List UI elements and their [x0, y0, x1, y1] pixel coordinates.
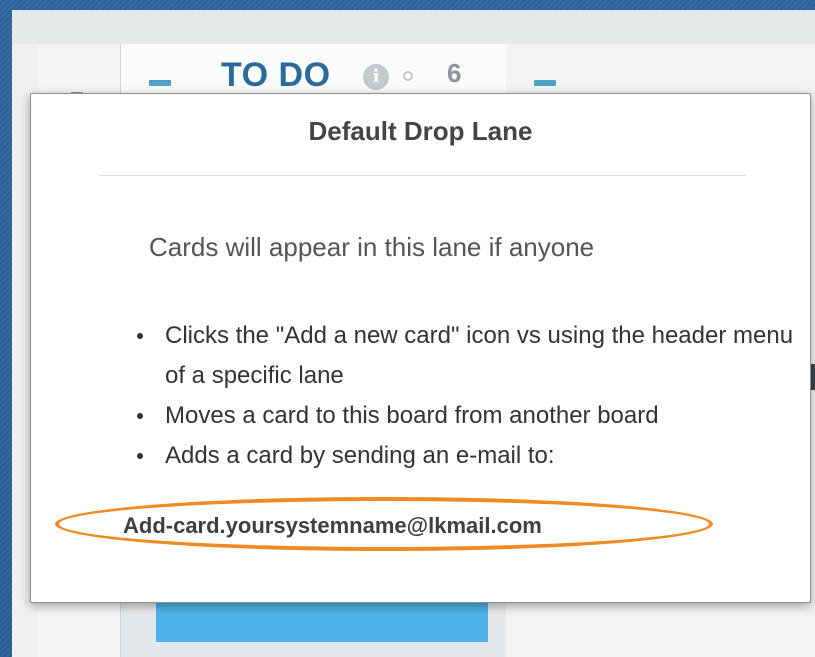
popover-divider: [99, 175, 746, 176]
list-item: Clicks the "Add a new card" icon vs usin…: [135, 316, 795, 396]
lane-collapse-button[interactable]: [534, 80, 556, 86]
list-item-text: Clicks the "Add a new card" icon vs usin…: [165, 322, 794, 389]
highlight-ellipse: [55, 497, 713, 551]
list-item: Moves a card to this board from another …: [135, 396, 795, 436]
popover-title: Default Drop Lane: [308, 116, 533, 146]
popover-bullet-list: Clicks the "Add a new card" icon vs usin…: [135, 316, 795, 476]
list-item: Adds a card by sending an e-mail to:: [135, 436, 795, 476]
lane-collapse-button[interactable]: [149, 80, 171, 86]
card[interactable]: [156, 600, 488, 642]
bullet-icon: [137, 333, 143, 339]
bullet-icon: [137, 453, 143, 459]
list-item-text: Adds a card by sending an e-mail to:: [165, 442, 555, 469]
info-icon[interactable]: i: [363, 64, 389, 90]
popover-intro: Cards will appear in this lane if anyone: [149, 232, 595, 262]
lane-card-count: 6: [447, 58, 462, 88]
board-top-strip: [12, 10, 815, 44]
list-item-text: Moves a card to this board from another …: [165, 402, 659, 429]
bullet-icon: [137, 413, 143, 419]
circle-icon: [403, 71, 413, 81]
lane-title[interactable]: TO DO: [221, 56, 331, 95]
